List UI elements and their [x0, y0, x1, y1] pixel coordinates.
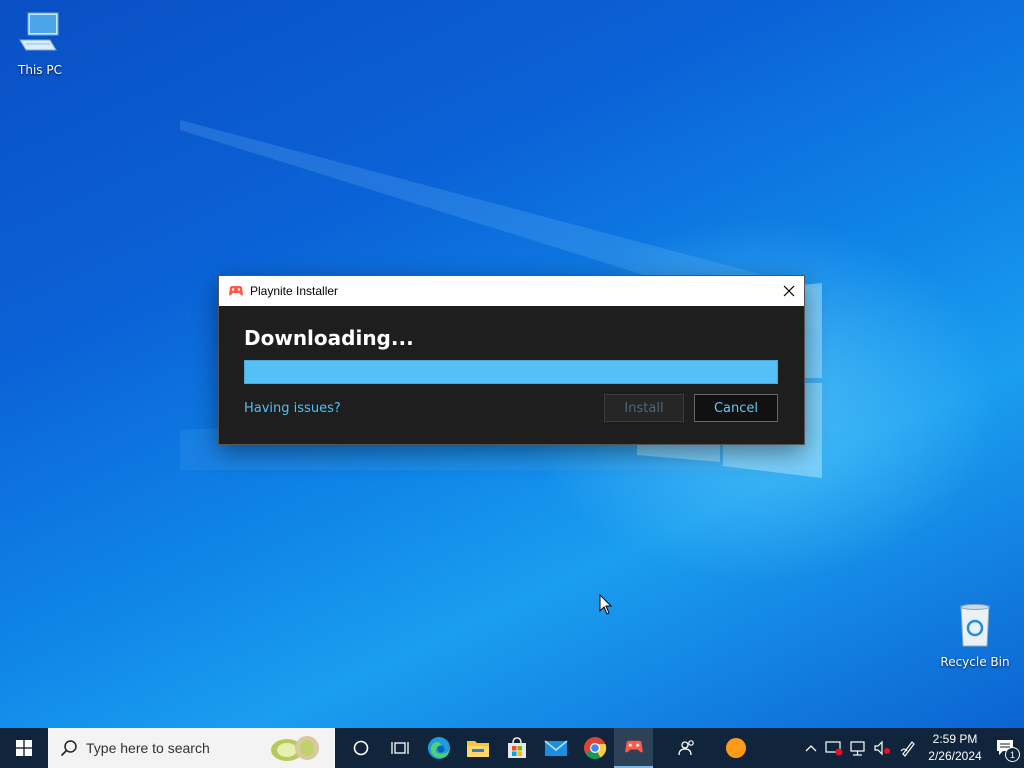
window-title: Playnite Installer — [250, 284, 339, 298]
playnite-icon — [624, 740, 643, 753]
orange-app-icon — [725, 738, 746, 758]
network-icon — [850, 741, 865, 756]
mouse-cursor-icon — [599, 594, 613, 615]
start-button[interactable] — [0, 728, 48, 768]
clock[interactable]: 2:59 PM 2/26/2024 — [922, 731, 988, 765]
volume-muted-icon — [874, 740, 890, 756]
pen-icon — [900, 741, 915, 757]
chrome-button[interactable] — [575, 728, 614, 768]
clock-time: 2:59 PM — [932, 732, 978, 746]
file-explorer-button[interactable] — [458, 728, 497, 768]
cancel-button[interactable]: Cancel — [694, 394, 778, 422]
search-highlight-icon — [271, 736, 319, 761]
store-icon — [507, 737, 526, 758]
pen-tray-button[interactable] — [894, 728, 922, 768]
window-content: Downloading... Having issues? Install Ca… — [219, 306, 804, 444]
clock-date: 2/26/2024 — [928, 749, 982, 763]
mail-button[interactable] — [536, 728, 575, 768]
search-icon — [60, 740, 77, 757]
people-button[interactable] — [667, 728, 706, 768]
install-button[interactable]: Install — [604, 394, 684, 422]
volume-tray-button[interactable] — [870, 728, 894, 768]
windows-logo-icon — [16, 740, 32, 756]
search-box[interactable]: Type here to search — [48, 728, 335, 768]
close-icon — [783, 285, 795, 297]
close-button[interactable] — [774, 276, 804, 306]
desktop-icon-recycle-bin[interactable]: Recycle Bin — [937, 602, 1013, 669]
orange-app-button[interactable] — [716, 728, 755, 768]
defender-tray-button[interactable] — [822, 728, 846, 768]
system-tray: 2:59 PM 2/26/2024 1 — [800, 728, 1024, 768]
cortana-button[interactable] — [341, 728, 380, 768]
security-icon — [825, 741, 843, 756]
store-button[interactable] — [497, 728, 536, 768]
taskbar: Type here to search 2:59 PM 2/26/2024 1 — [0, 728, 1024, 768]
computer-icon — [19, 12, 59, 51]
cortana-icon — [353, 740, 368, 756]
chevron-up-icon — [805, 745, 817, 752]
chrome-icon — [583, 737, 606, 759]
show-hidden-icons-button[interactable] — [800, 728, 822, 768]
playnite-icon — [229, 286, 243, 296]
action-center-button[interactable]: 1 — [988, 728, 1024, 768]
status-heading: Downloading... — [244, 326, 414, 350]
desktop-icon-label: This PC — [18, 63, 62, 77]
network-tray-button[interactable] — [846, 728, 870, 768]
search-placeholder: Type here to search — [86, 740, 210, 756]
installer-window: Playnite Installer Downloading... Having… — [219, 276, 804, 444]
edge-button[interactable] — [419, 728, 458, 768]
progress-fill — [245, 361, 777, 383]
download-progress-bar — [244, 360, 778, 384]
recycle-bin-icon — [960, 604, 990, 647]
notification-count-badge: 1 — [1005, 747, 1020, 762]
playnite-taskbar-button[interactable] — [614, 728, 653, 768]
edge-icon — [427, 737, 450, 759]
window-titlebar[interactable]: Playnite Installer — [219, 276, 804, 306]
task-view-button[interactable] — [380, 728, 419, 768]
desktop: This PC Recycle Bin Playnite Installer D… — [0, 0, 1024, 728]
having-issues-link[interactable]: Having issues? — [244, 401, 341, 416]
mail-icon — [544, 740, 567, 756]
desktop-icon-this-pc[interactable]: This PC — [2, 10, 78, 77]
people-icon — [677, 740, 694, 756]
task-view-icon — [390, 742, 409, 754]
desktop-icon-label: Recycle Bin — [940, 655, 1010, 669]
file-explorer-icon — [466, 741, 489, 757]
